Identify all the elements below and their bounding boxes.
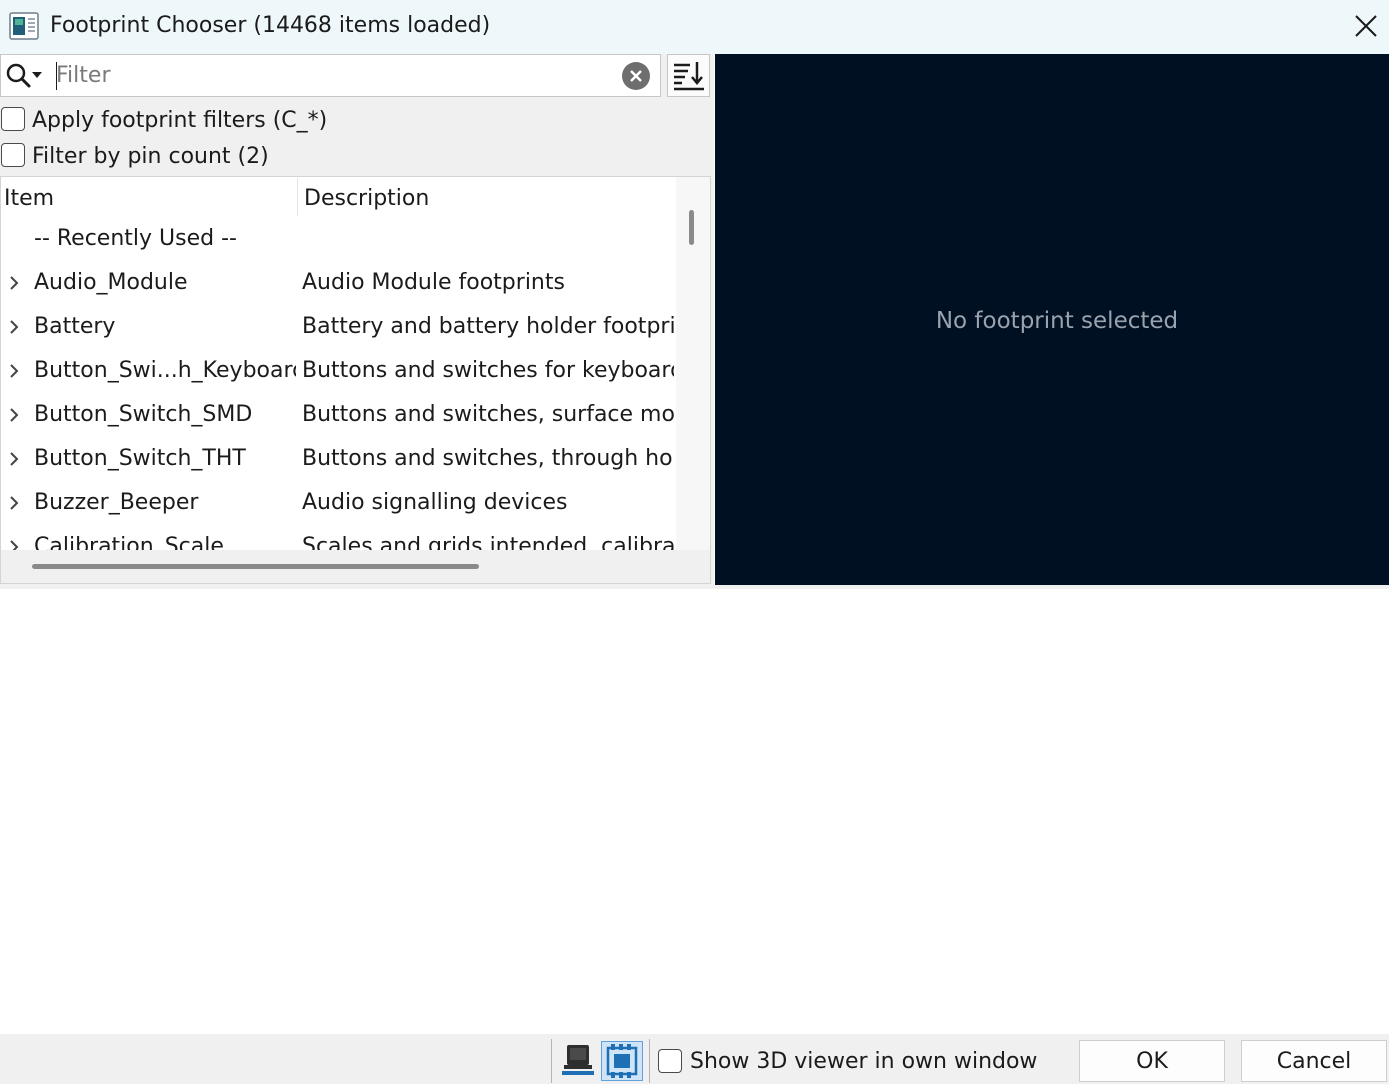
close-button[interactable]	[1346, 6, 1386, 46]
tree-row-item: Battery	[34, 314, 116, 339]
footprint-viewer-icon	[606, 1044, 638, 1078]
chevron-right-icon[interactable]	[6, 274, 24, 292]
show-3d-viewer-checkbox[interactable]	[658, 1049, 682, 1073]
tree-row-description: Buttons and switches for keyboard	[302, 358, 674, 383]
column-header-item[interactable]: Item	[4, 184, 54, 214]
clear-icon	[622, 62, 650, 90]
filter-by-pin-count-label[interactable]: Filter by pin count (2)	[32, 142, 269, 172]
column-header-description[interactable]: Description	[304, 184, 429, 214]
tree-rows: -- Recently Used -- Audio_Module Audio M…	[0, 218, 676, 550]
footprint-viewer-button[interactable]	[601, 1041, 643, 1081]
tree-row[interactable]: Calibration_Scale Scales and grids inten…	[0, 526, 676, 550]
tree-row-item: Buzzer_Beeper	[34, 490, 199, 515]
search-icon	[6, 63, 42, 88]
chevron-right-icon[interactable]	[6, 450, 24, 468]
cancel-button[interactable]: Cancel	[1241, 1040, 1387, 1082]
chevron-right-icon[interactable]	[6, 538, 24, 550]
tree-row[interactable]: Buzzer_Beeper Audio signalling devices	[0, 482, 676, 526]
tree-row-description: Battery and battery holder footprints	[302, 314, 674, 339]
tree-row-item: Button_Switch_THT	[34, 446, 246, 471]
tree-row[interactable]: Button_Swi...h_Keyboard Buttons and swit…	[0, 350, 676, 394]
tree-row-item: Calibration_Scale	[34, 534, 224, 550]
filter-by-pin-count-checkbox[interactable]	[1, 143, 25, 167]
clear-search-button[interactable]	[621, 61, 651, 91]
tree-row-description: Buttons and switches, through hole	[302, 446, 674, 471]
apply-footprint-filters-checkbox[interactable]	[1, 107, 25, 131]
tree-row[interactable]: Button_Switch_THT Buttons and switches, …	[0, 438, 676, 482]
chevron-right-icon[interactable]	[6, 318, 24, 336]
tree-row-description: Audio signalling devices	[302, 490, 568, 515]
horizontal-scrollbar-thumb[interactable]	[32, 564, 479, 569]
close-icon	[1355, 15, 1377, 37]
tree-row[interactable]: Battery Battery and battery holder footp…	[0, 306, 676, 350]
chevron-right-icon[interactable]	[6, 494, 24, 512]
sort-button[interactable]	[667, 54, 710, 97]
chevron-right-icon[interactable]	[6, 406, 24, 424]
tree-row[interactable]: Audio_Module Audio Module footprints	[0, 262, 676, 306]
app-icon	[9, 12, 39, 40]
vertical-scrollbar-thumb[interactable]	[689, 210, 694, 245]
tree-row-description: Buttons and switches, surface mount	[302, 402, 674, 427]
apply-footprint-filters-label[interactable]: Apply footprint filters (C_*)	[32, 106, 327, 136]
sort-icon	[674, 62, 704, 91]
show-3d-viewer-label[interactable]: Show 3D viewer in own window	[690, 1047, 1037, 1077]
tree-row-item: -- Recently Used --	[34, 226, 237, 251]
toolbar-separator	[551, 1039, 552, 1083]
tree-row-description: Scales and grids intended, calibration	[302, 534, 674, 550]
3d-viewer-icon	[562, 1045, 594, 1075]
tree-row[interactable]: -- Recently Used --	[0, 218, 676, 262]
tree-row-description: Audio Module footprints	[302, 270, 565, 295]
search-menu-button[interactable]	[4, 62, 48, 90]
window-title: Footprint Chooser (14468 items loaded)	[50, 13, 491, 38]
3d-viewer-button[interactable]	[561, 1041, 595, 1079]
tree-row-item: Button_Switch_SMD	[34, 402, 253, 427]
no-footprint-text: No footprint selected	[935, 308, 1179, 334]
search-input[interactable]	[54, 58, 616, 92]
text-caret	[56, 62, 57, 90]
splitter[interactable]	[0, 585, 1389, 589]
tree-row-item: Button_Swi...h_Keyboard	[34, 358, 296, 383]
column-separator[interactable]	[297, 178, 298, 216]
tree-row-item: Audio_Module	[34, 270, 188, 295]
toolbar-separator	[649, 1039, 650, 1083]
chevron-right-icon[interactable]	[6, 362, 24, 380]
tree-row[interactable]: Button_Switch_SMD Buttons and switches, …	[0, 394, 676, 438]
ok-button[interactable]: OK	[1079, 1040, 1225, 1082]
